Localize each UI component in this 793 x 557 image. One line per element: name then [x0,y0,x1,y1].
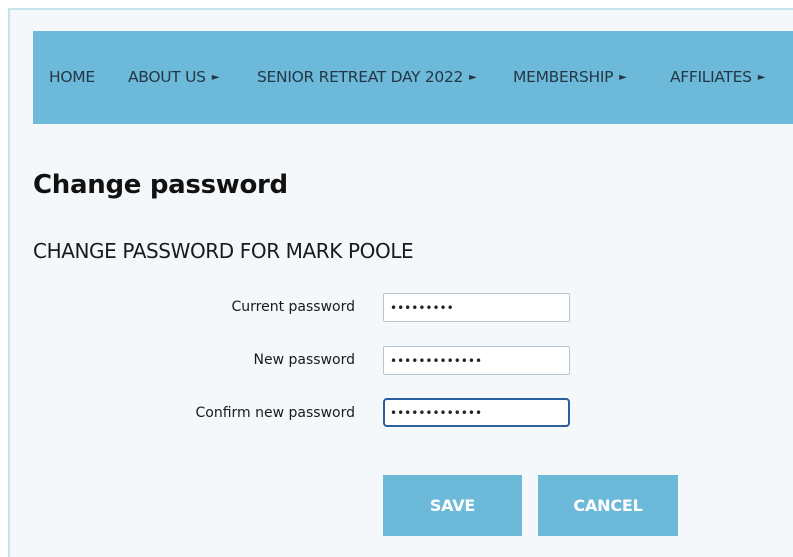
save-button[interactable]: SAVE [383,475,522,536]
new-password-label: New password [253,352,355,368]
nav-item-label: AFFILIATES [670,68,752,86]
new-password-input[interactable] [383,346,570,375]
current-password-label: Current password [231,299,356,315]
nav-item-label: MEMBERSHIP [513,68,614,86]
current-password-input[interactable] [383,293,570,322]
nav-item-affiliates[interactable]: AFFILIATES ► [670,31,765,124]
main-nav: HOME ABOUT US ► SENIOR RETREAT DAY 2022 ► … [33,31,793,124]
page-title: Change password [33,170,288,200]
nav-item-about-us[interactable]: ABOUT US ► [128,31,219,124]
nav-item-senior-retreat-day[interactable]: SENIOR RETREAT DAY 2022 ► [257,31,477,124]
cancel-button[interactable]: CANCEL [538,475,678,536]
nav-item-membership[interactable]: MEMBERSHIP ► [513,31,627,124]
confirm-password-label: Confirm new password [195,405,355,421]
nav-item-home[interactable]: HOME [49,31,95,124]
nav-item-label: SENIOR RETREAT DAY 2022 [257,68,464,86]
confirm-password-input[interactable] [383,398,570,427]
nav-item-label: ABOUT US [128,68,206,86]
submenu-arrow-icon: ► [211,72,220,83]
submenu-arrow-icon: ► [469,72,477,83]
nav-item-label: HOME [49,68,95,86]
submenu-arrow-icon: ► [619,72,627,83]
submenu-arrow-icon: ► [757,72,766,83]
page-subtitle: CHANGE PASSWORD FOR MARK POOLE [33,239,414,263]
